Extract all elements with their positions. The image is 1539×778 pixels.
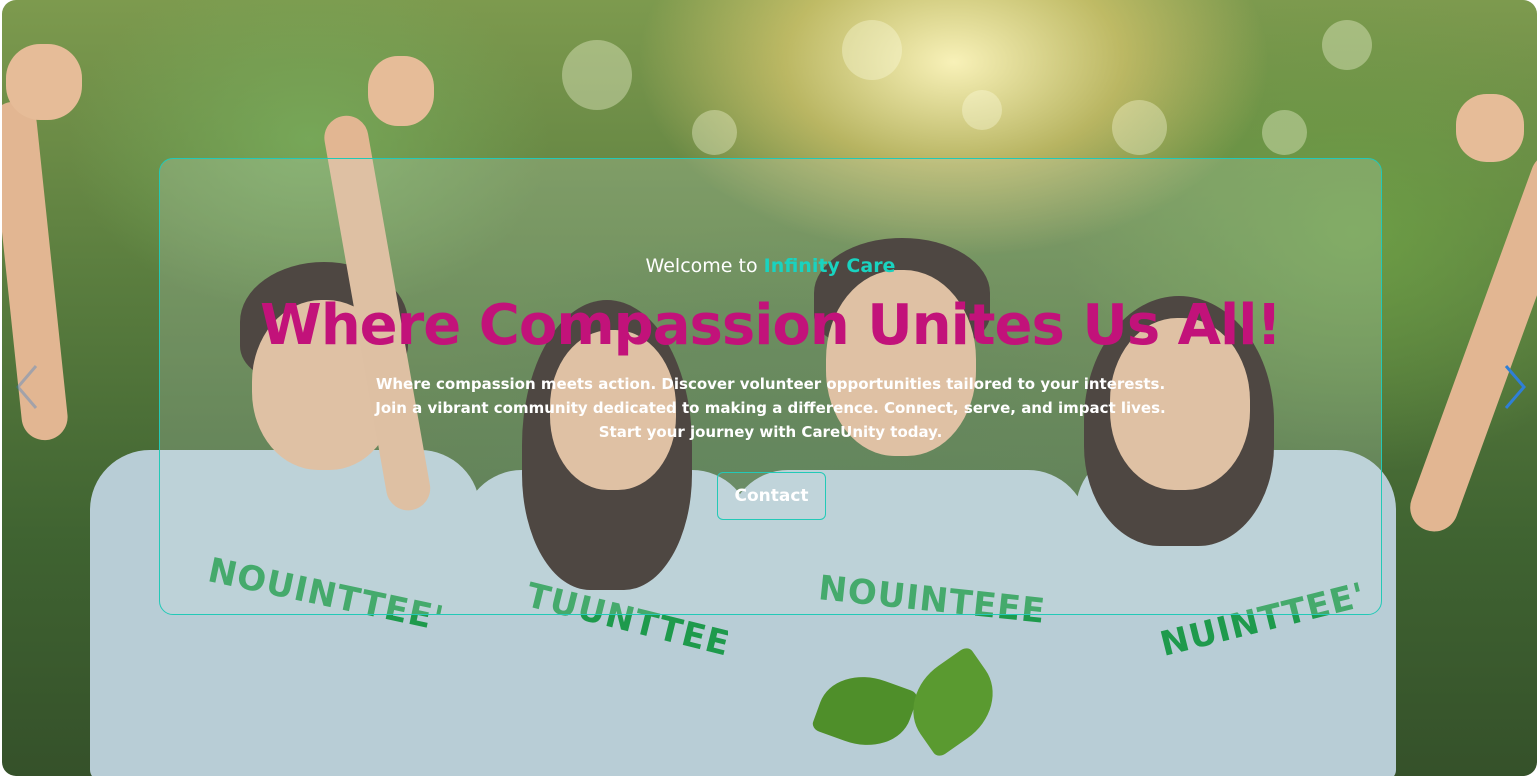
carousel-next-button[interactable]	[1500, 362, 1530, 412]
fist	[6, 44, 82, 120]
page-title: Where Compassion Unites Us All!	[260, 293, 1282, 358]
welcome-line: Welcome to Infinity Care	[160, 255, 1381, 277]
chevron-right-icon	[1504, 365, 1526, 409]
hero-description: Where compassion meets action. Discover …	[375, 375, 1166, 441]
welcome-prefix: Welcome to	[645, 255, 758, 277]
contact-button[interactable]: Contact	[717, 472, 826, 520]
fist	[1456, 94, 1524, 162]
fist	[368, 56, 434, 126]
chevron-left-icon	[16, 365, 38, 409]
hero-banner: NOUINTTEE' TUUNTTEE NOUINTEEE NUINTTEE' …	[2, 0, 1537, 776]
hero-content-card: Welcome to Infinity Care Where Compassio…	[159, 158, 1382, 615]
carousel-prev-button[interactable]	[12, 362, 42, 412]
brand-name: Infinity Care	[763, 255, 896, 277]
raised-arm	[1403, 145, 1537, 539]
